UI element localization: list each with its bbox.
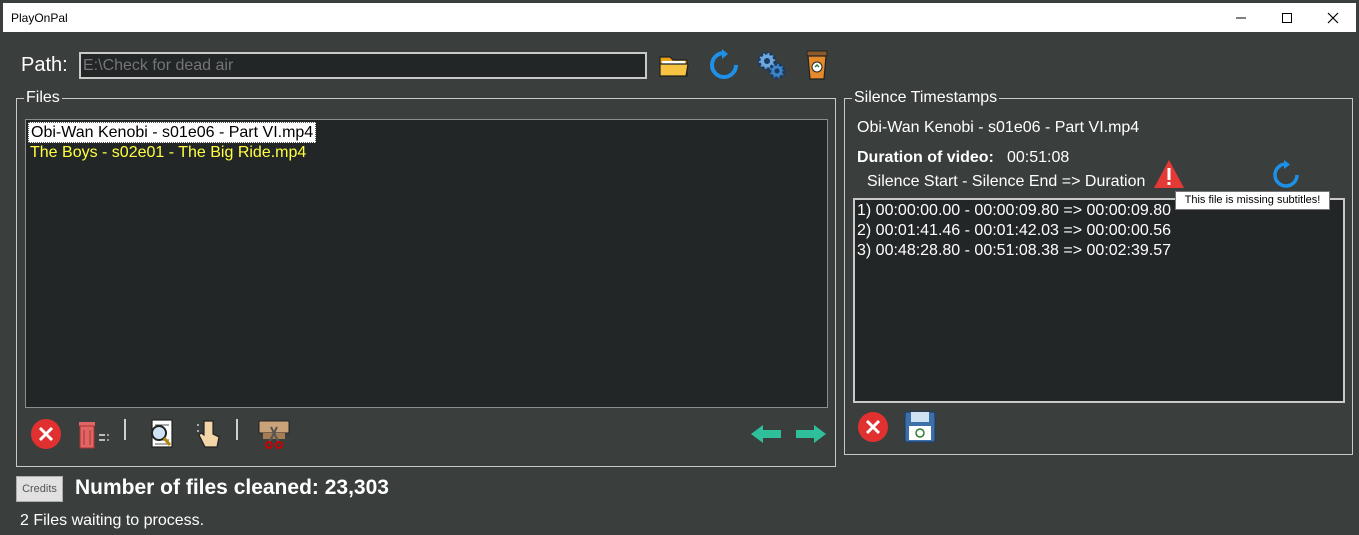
next-file-button[interactable]: [794, 417, 828, 451]
red-x-icon: [858, 412, 888, 442]
silence-timestamps-group: Silence Timestamps Obi-Wan Kenobi - s01e…: [844, 89, 1353, 455]
timestamps-list[interactable]: 1) 00:00:00.00 - 00:00:09.80 => 00:00:09…: [853, 198, 1345, 403]
previous-file-button[interactable]: [749, 417, 783, 451]
files-cleaned-label: Number of files cleaned:: [75, 476, 319, 499]
status-text: 2 Files waiting to process.: [20, 512, 205, 529]
toolbar-separator: [236, 419, 238, 440]
pointing-hand-icon: [197, 420, 220, 448]
refresh-icon: [1273, 160, 1299, 188]
clear-list-button[interactable]: [75, 417, 109, 451]
duration-label: Duration of video:: [857, 149, 994, 166]
toolbar-separator: [124, 419, 126, 440]
open-folder-button[interactable]: [657, 48, 691, 82]
arrow-right-icon: [796, 425, 826, 443]
close-window-button[interactable]: [1310, 3, 1356, 32]
files-cleaned-counter: Number of files cleaned: 23,303: [75, 476, 389, 500]
document-search-icon: [151, 419, 173, 448]
warning-icon: [1154, 160, 1184, 188]
cut-silence-button[interactable]: [257, 417, 291, 451]
list-item[interactable]: Obi-Wan Kenobi - s01e06 - Part VI.mp4: [28, 122, 317, 143]
list-item[interactable]: 3) 00:48:28.80 - 00:51:08.38 => 00:02:39…: [857, 242, 1171, 260]
trash-icon: [79, 422, 109, 449]
folder-icon: [659, 56, 689, 77]
refresh-icon: [710, 49, 738, 79]
timestamps-header: Silence Start - Silence End => Duration: [867, 173, 1146, 190]
remove-file-button[interactable]: [29, 417, 63, 451]
window-title: PlayOnPal: [11, 11, 68, 25]
files-legend: Files: [24, 89, 62, 107]
clear-timestamps-button[interactable]: [856, 410, 890, 444]
arrow-left-icon: [751, 425, 781, 443]
title-bar: PlayOnPal: [3, 3, 1356, 32]
files-list[interactable]: Obi-Wan Kenobi - s01e06 - Part VI.mp4 Th…: [25, 119, 828, 408]
selected-file-name: Obi-Wan Kenobi - s01e06 - Part VI.mp4: [857, 119, 1140, 136]
minimize-icon: [1236, 17, 1246, 18]
select-button[interactable]: [192, 417, 226, 451]
main-window: Path: Files Obi-Wan: [3, 32, 1356, 532]
save-button[interactable]: [903, 410, 937, 444]
gears-icon: [757, 51, 786, 80]
list-item[interactable]: The Boys - s02e01 - The Big Ride.mp4: [28, 143, 308, 162]
settings-button[interactable]: [754, 48, 788, 82]
files-cleaned-value: 23,303: [324, 476, 389, 499]
scissors-box-icon: [258, 420, 290, 449]
files-group: Files Obi-Wan Kenobi - s01e06 - Part VI.…: [16, 89, 836, 467]
duration-value: 00:51:08: [1007, 149, 1070, 166]
path-input[interactable]: [79, 52, 647, 79]
donate-coffee-button[interactable]: [800, 48, 834, 82]
scan-files-button[interactable]: [145, 417, 179, 451]
list-item[interactable]: 1) 00:00:00.00 - 00:00:09.80 => 00:00:09…: [857, 202, 1171, 220]
close-icon: [1327, 12, 1339, 23]
floppy-disk-icon: [904, 411, 936, 443]
refresh-button[interactable]: [707, 48, 741, 82]
minimize-button[interactable]: [1218, 3, 1264, 32]
refresh-timestamps-button[interactable]: [1269, 157, 1303, 191]
maximize-button[interactable]: [1264, 3, 1310, 32]
maximize-icon: [1282, 12, 1292, 23]
credits-button[interactable]: Credits: [16, 476, 63, 502]
red-x-icon: [31, 419, 61, 449]
coffee-cup-icon: [806, 50, 828, 80]
missing-subtitles-warning[interactable]: [1152, 157, 1186, 191]
list-item[interactable]: 2) 00:01:41.46 - 00:01:42.03 => 00:00:00…: [857, 222, 1171, 240]
path-label: Path:: [21, 54, 68, 76]
timestamps-legend: Silence Timestamps: [852, 89, 1000, 107]
tooltip: This file is missing subtitles!: [1175, 191, 1330, 210]
